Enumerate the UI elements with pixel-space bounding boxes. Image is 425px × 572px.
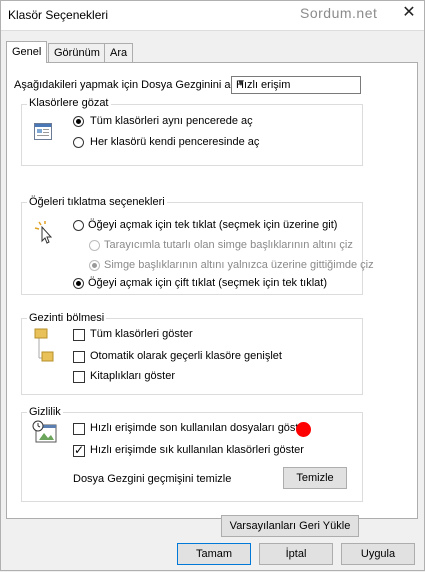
radio-single-click[interactable] <box>73 220 84 231</box>
pointer-icon <box>34 221 53 244</box>
show-all-folders-label: Tüm klasörleri göster <box>90 328 193 340</box>
radio-underline-browser[interactable] <box>89 240 100 251</box>
same-window-label: Tüm klasörleri aynı pencerede aç <box>90 115 253 127</box>
tab-gorunum[interactable]: Görünüm <box>48 43 106 62</box>
title-bar: Klasör Seçenekleri Sordum.net ✕ <box>0 0 425 30</box>
ok-button[interactable]: Tamam <box>177 543 251 565</box>
single-click-label: Öğeyi açmak için tek tıklat (seçmek için… <box>88 219 338 231</box>
own-window-label: Her klasörü kendi penceresinde aç <box>90 136 260 148</box>
show-libraries-label: Kitaplıkları göster <box>90 370 175 382</box>
radio-same-window[interactable] <box>73 116 84 127</box>
folder-tree-icon <box>34 328 54 362</box>
browse-folders-title: Klasörlere gözat <box>27 97 111 109</box>
radio-underline-hover[interactable] <box>89 260 100 271</box>
close-icon[interactable]: ✕ <box>398 2 420 24</box>
double-click-label: Öğeyi açmak için çift tıklat (seçmek içi… <box>88 277 328 289</box>
browse-folders-group <box>21 104 363 166</box>
open-explorer-label: Aşağıdakileri yapmak için Dosya Gezginin… <box>14 79 239 91</box>
checkbox-show-all-folders[interactable] <box>73 329 85 341</box>
tab-genel[interactable]: Genel <box>6 41 48 63</box>
expand-current-label: Otomatik olarak geçerli klasöre genişlet <box>90 350 282 362</box>
privacy-icon <box>32 420 57 443</box>
checkbox-recent-files[interactable] <box>73 423 85 435</box>
tab-ara[interactable]: Ara <box>104 43 134 62</box>
apply-button[interactable]: Uygula <box>341 543 415 565</box>
radio-own-window[interactable] <box>73 137 84 148</box>
checkbox-show-libraries[interactable] <box>73 371 85 383</box>
watermark-text: Sordum.net <box>300 5 378 21</box>
dialog-client: Genel Görünüm Ara Aşağıdakileri yapmak i… <box>0 30 425 572</box>
red-marker-dot <box>296 422 311 437</box>
window-icon <box>34 123 52 140</box>
cancel-button[interactable]: İptal <box>259 543 333 565</box>
click-items-title: Öğeleri tıklatma seçenekleri <box>27 196 167 208</box>
general-tab-panel: Aşağıdakileri yapmak için Dosya Gezginin… <box>6 62 418 537</box>
nav-pane-title: Gezinti bölmesi <box>27 312 107 324</box>
frequent-folders-label: Hızlı erişimde sık kullanılan klasörleri… <box>90 444 304 456</box>
radio-double-click[interactable] <box>73 278 84 289</box>
chevron-down-icon: ▼ <box>236 78 246 89</box>
clear-history-label: Dosya Gezgini geçmişini temizle <box>73 473 232 485</box>
checkbox-expand-current[interactable] <box>73 351 85 363</box>
open-explorer-select[interactable]: Hızlı erişim ▼ <box>231 76 361 94</box>
checkbox-frequent-folders[interactable] <box>73 443 85 457</box>
restore-defaults-button[interactable]: Varsayılanları Geri Yükle <box>221 515 359 537</box>
window-title: Klasör Seçenekleri <box>8 8 109 22</box>
underline-browser-label: Tarayıcımla tutarlı olan simge başlıklar… <box>104 239 353 251</box>
privacy-title: Gizlilik <box>27 406 63 418</box>
recent-files-label: Hızlı erişimde son kullanılan dosyaları … <box>90 422 309 434</box>
underline-hover-label: Simge başlıklarının altını yalnızca üzer… <box>104 259 374 271</box>
clear-history-button[interactable]: Temizle <box>283 467 347 489</box>
